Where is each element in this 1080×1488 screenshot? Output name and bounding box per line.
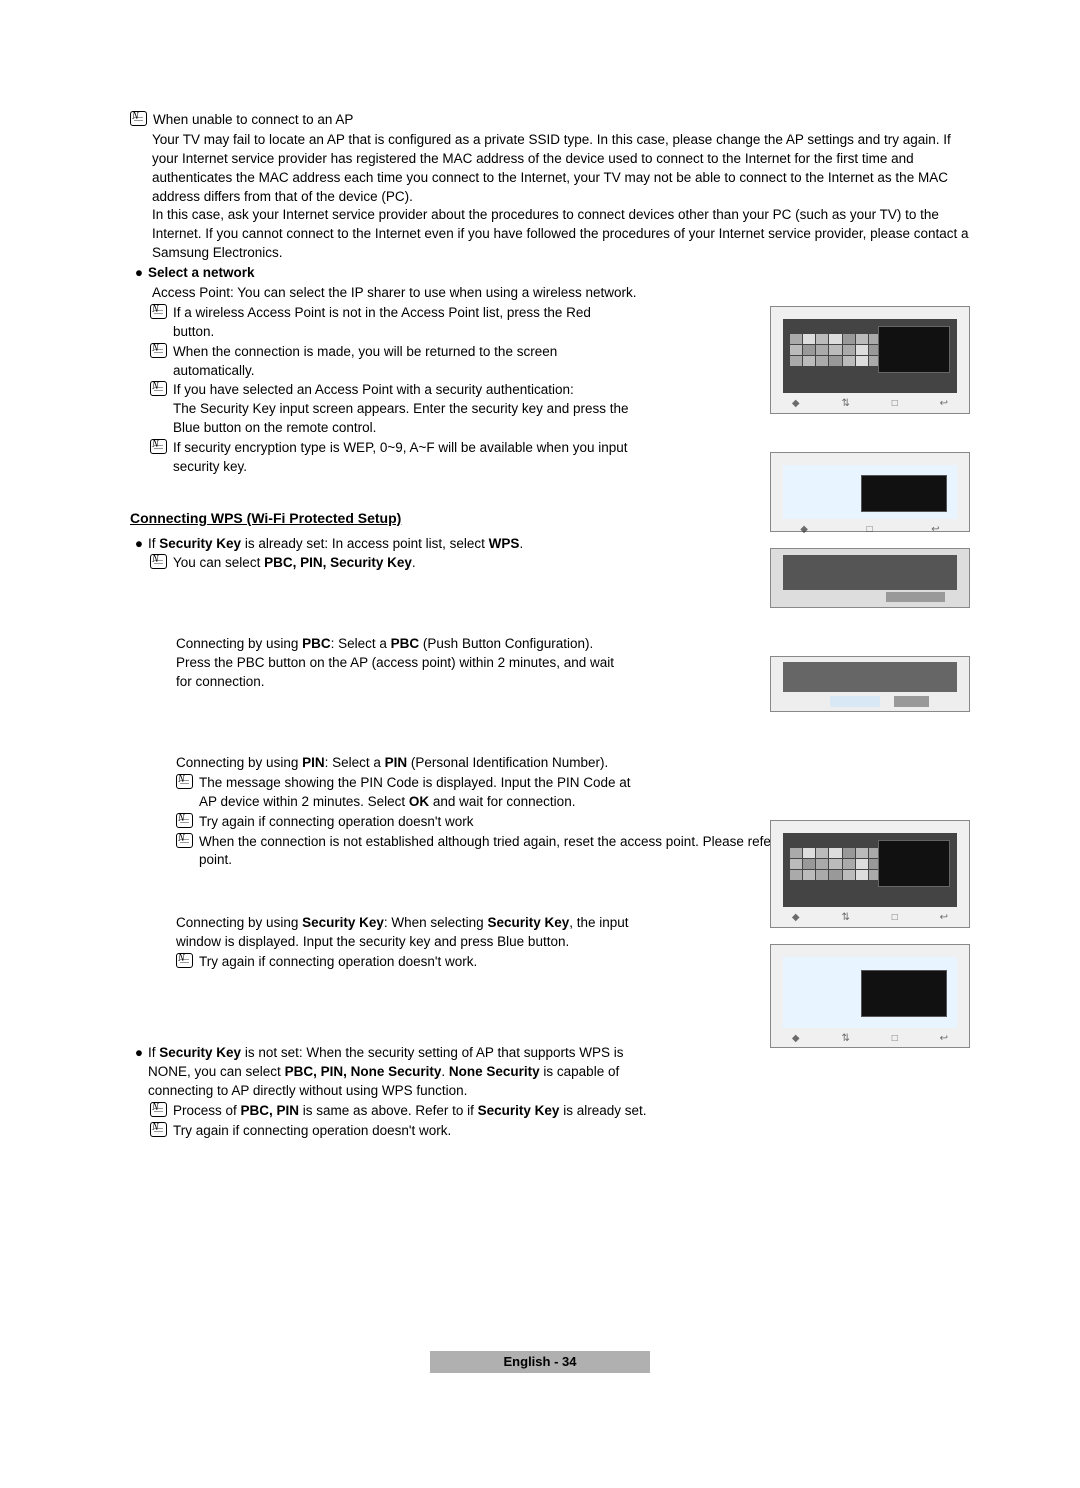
sel-note-3: If you have selected an Access Point wit… <box>173 382 574 397</box>
sel-note-3b: The Security Key input screen appears. E… <box>173 401 629 435</box>
para-unable-2: In this case, ask your Internet service … <box>152 206 970 263</box>
select-network-heading: Select a network <box>148 265 255 280</box>
note-icon <box>150 1102 167 1117</box>
page-footer: English - 34 <box>430 1351 650 1373</box>
note-icon <box>176 953 193 968</box>
pbc-para: Connecting by using PBC: Select a PBC (P… <box>176 635 620 692</box>
ns-note-1: Process of PBC, PIN is same as above. Re… <box>173 1102 970 1121</box>
figure-pbc <box>770 548 970 608</box>
sel-note-4: If security encryption type is WEP, 0~9,… <box>173 439 630 477</box>
bullet-icon: ● <box>130 535 148 554</box>
note-icon <box>176 774 193 789</box>
figure-security-keypad: ◆⇅□↩ <box>770 306 970 414</box>
sel-note-2: When the connection is made, you will be… <box>173 343 630 381</box>
note-icon <box>176 813 193 828</box>
not-set-para: If Security Key is not set: When the sec… <box>148 1044 640 1101</box>
sel-note-1: If a wireless Access Point is not in the… <box>173 304 630 342</box>
figure-none-security: ◆⇅□↩ <box>770 944 970 1048</box>
figure-pin <box>770 656 970 712</box>
note-icon <box>130 111 147 126</box>
note-icon <box>176 833 193 848</box>
note-icon <box>150 343 167 358</box>
sk-para: Connecting by using Security Key: When s… <box>176 914 630 952</box>
pin-note-1: The message showing the PIN Code is disp… <box>199 774 636 812</box>
pin-para: Connecting by using PIN: Select a PIN (P… <box>176 754 970 773</box>
sk-note-1: Try again if connecting operation doesn'… <box>199 953 630 972</box>
note-icon <box>150 381 167 396</box>
note-icon <box>150 439 167 454</box>
select-network-para: Access Point: You can select the IP shar… <box>152 284 970 303</box>
note-icon <box>150 1122 167 1137</box>
bullet-icon: ● <box>130 1044 148 1101</box>
ns-note-2: Try again if connecting operation doesn'… <box>173 1122 970 1141</box>
note-icon <box>150 304 167 319</box>
bullet-icon: ● <box>130 264 148 283</box>
note-unable-ap: When unable to connect to an AP <box>153 111 970 130</box>
figure-security-keypad-2: ◆⇅□↩ <box>770 820 970 928</box>
note-icon <box>150 554 167 569</box>
figure-wps-list: ◆□↩ <box>770 452 970 532</box>
para-unable-1: Your TV may fail to locate an AP that is… <box>152 131 970 207</box>
